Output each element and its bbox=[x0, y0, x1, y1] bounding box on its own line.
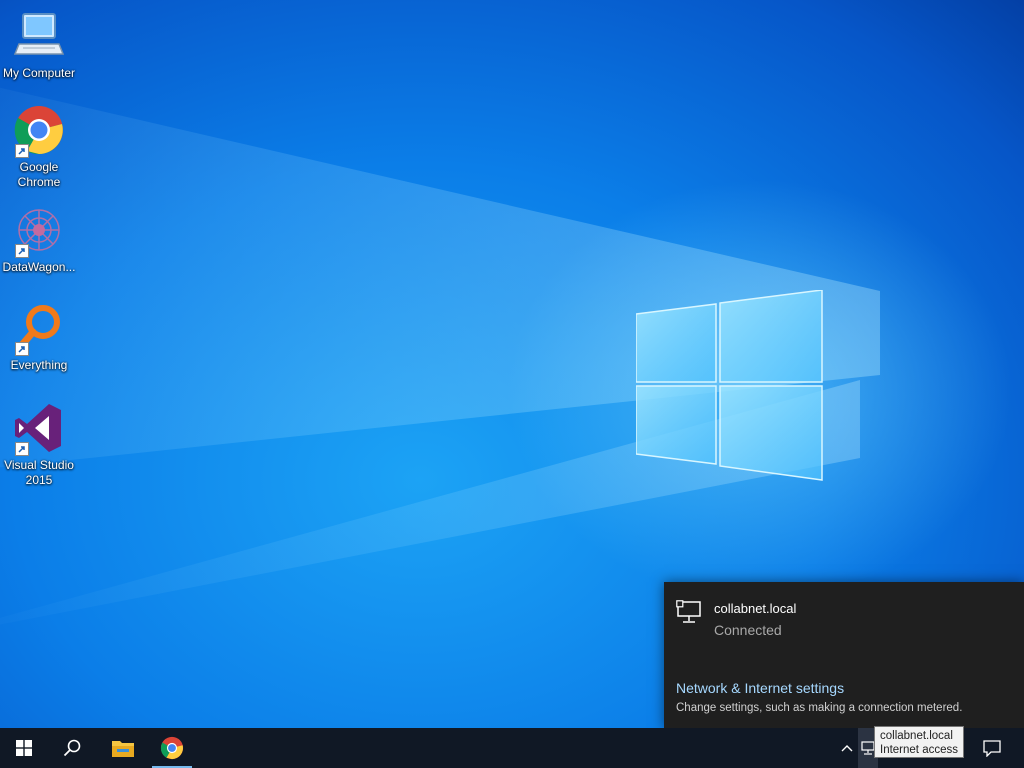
desktop-icon-everything[interactable]: Everything bbox=[0, 302, 78, 373]
taskbar-file-explorer[interactable] bbox=[100, 728, 146, 768]
visual-studio-icon bbox=[13, 402, 65, 456]
desktop-icon-label: Google Chrome bbox=[17, 160, 61, 189]
desktop-icon-google-chrome[interactable]: Google Chrome bbox=[0, 104, 78, 190]
wallpaper-windows-logo bbox=[636, 290, 823, 481]
shortcut-arrow-icon bbox=[15, 442, 29, 456]
search-icon bbox=[63, 739, 81, 757]
notification-icon bbox=[983, 740, 1001, 757]
shortcut-arrow-icon bbox=[15, 244, 29, 258]
network-icon bbox=[861, 741, 875, 755]
datawagon-icon bbox=[13, 204, 65, 258]
action-center-button[interactable] bbox=[972, 728, 1012, 768]
desktop-icon-label: DataWagon... bbox=[2, 260, 76, 274]
search-button[interactable] bbox=[48, 728, 96, 768]
tooltip-network-name: collabnet.local bbox=[880, 730, 953, 742]
chrome-icon bbox=[160, 736, 184, 760]
chrome-icon bbox=[13, 104, 65, 158]
network-settings-description: Change settings, such as making a connec… bbox=[676, 702, 963, 714]
desktop-icon-label: Visual Studio 2015 bbox=[4, 458, 74, 487]
network-flyout: collabnet.local Connected Network & Inte… bbox=[664, 582, 1024, 728]
show-hidden-icons-button[interactable] bbox=[836, 728, 858, 768]
windows-logo-icon bbox=[16, 740, 32, 756]
computer-icon bbox=[13, 10, 65, 62]
tooltip-access-status: Internet access bbox=[880, 744, 958, 756]
ethernet-network-icon bbox=[676, 600, 702, 624]
desktop-icon-visual-studio-2015[interactable]: Visual Studio 2015 bbox=[0, 402, 78, 488]
taskbar-chrome[interactable] bbox=[152, 728, 192, 768]
taskbar bbox=[0, 728, 1024, 768]
network-status: Connected bbox=[714, 622, 782, 638]
desktop-icon-label: Everything bbox=[10, 358, 68, 372]
desktop-icon-datawagon[interactable]: DataWagon... bbox=[0, 204, 78, 275]
network-internet-settings-link[interactable]: Network & Internet settings bbox=[676, 680, 844, 696]
shortcut-arrow-icon bbox=[15, 144, 29, 158]
magnifier-icon bbox=[13, 302, 65, 356]
desktop-icon-label: My Computer bbox=[2, 66, 76, 80]
network-tooltip: collabnet.local Internet access bbox=[874, 726, 964, 758]
desktop-icon-my-computer[interactable]: My Computer bbox=[0, 10, 78, 81]
network-name: collabnet.local bbox=[714, 601, 797, 616]
shortcut-arrow-icon bbox=[15, 342, 29, 356]
start-button[interactable] bbox=[0, 728, 48, 768]
chevron-up-icon bbox=[841, 745, 853, 752]
network-connection-item[interactable]: collabnet.local Connected bbox=[676, 600, 796, 640]
file-explorer-icon bbox=[112, 741, 134, 757]
